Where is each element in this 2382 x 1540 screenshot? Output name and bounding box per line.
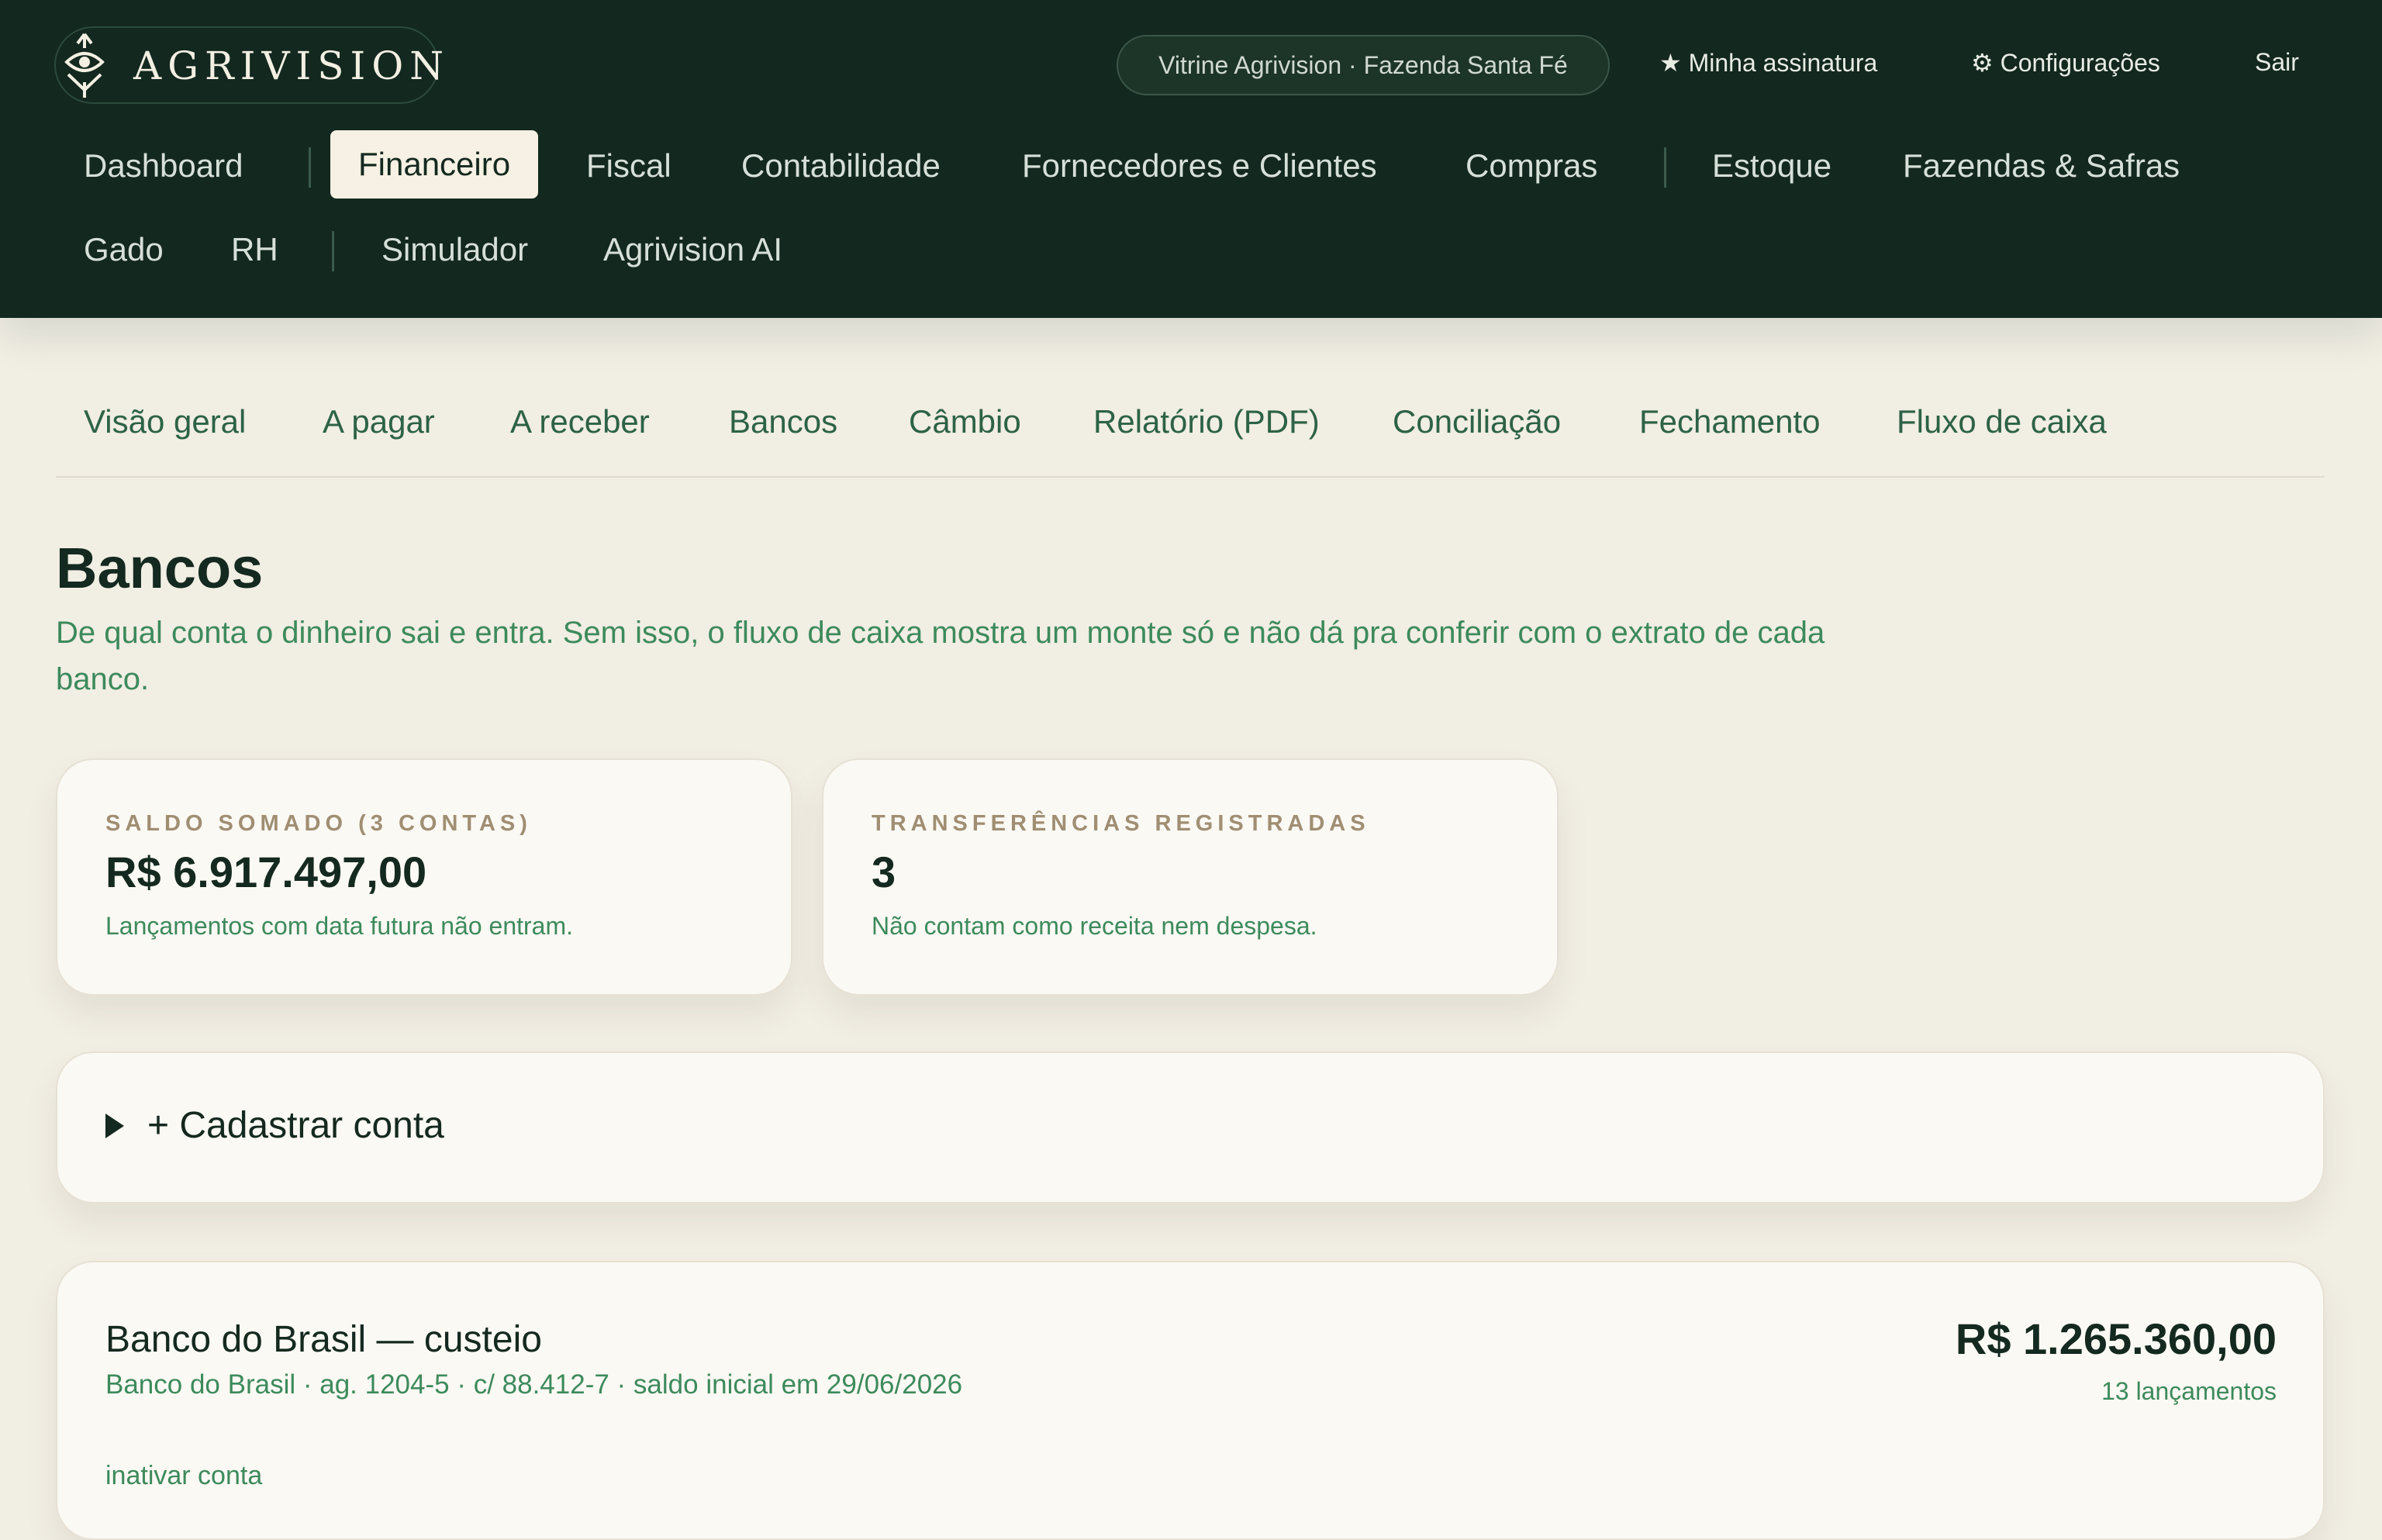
subnav-visao-geral[interactable]: Visão geral <box>84 403 246 440</box>
kpi-value: 3 <box>872 848 896 896</box>
subscription-link[interactable]: ★ Minha assinatura <box>1659 48 1877 78</box>
subnav-fechamento[interactable]: Fechamento <box>1639 403 1820 440</box>
subnav-cambio[interactable]: Câmbio <box>909 403 1021 440</box>
subnav-bancos[interactable]: Bancos <box>729 403 837 440</box>
nav-simulador[interactable]: Simulador <box>381 231 528 268</box>
account-name: Banco do Brasil — custeio <box>105 1319 542 1360</box>
subnav-conciliacao[interactable]: Conciliação <box>1393 403 1561 440</box>
kpi-card-saldo: SALDO SOMADO (3 CONTAS) R$ 6.917.497,00 … <box>56 758 792 996</box>
logout-link[interactable]: Sair <box>2255 48 2299 77</box>
kpi-value: R$ 6.917.497,00 <box>105 848 427 896</box>
kpi-note: Não contam como receita nem despesa. <box>872 912 1317 940</box>
nav-compras[interactable]: Compras <box>1465 147 1597 185</box>
expand-triangle-icon <box>105 1113 124 1138</box>
settings-link[interactable]: ⚙ Configurações <box>1971 48 2160 78</box>
nav-divider <box>332 231 334 271</box>
agrivision-logo-icon <box>64 33 105 98</box>
nav-estoque[interactable]: Estoque <box>1712 147 1831 185</box>
brand-name: AGRIVISION <box>133 43 451 88</box>
account-entries-count: 13 lançamentos <box>2101 1377 2277 1405</box>
add-account-panel[interactable]: + Cadastrar conta <box>56 1051 2325 1203</box>
kpi-label: SALDO SOMADO (3 CONTAS) <box>105 811 532 836</box>
financeiro-subnav: Visão geral A pagar A receber Bancos Câm… <box>56 403 2325 478</box>
workspace-context-badge[interactable]: Vitrine Agrivision · Fazenda Santa Fé <box>1117 35 1610 95</box>
subnav-fluxo-de-caixa[interactable]: Fluxo de caixa <box>1897 403 2107 440</box>
nav-dashboard[interactable]: Dashboard <box>84 147 243 185</box>
subnav-relatorio-pdf[interactable]: Relatório (PDF) <box>1093 403 1320 440</box>
kpi-label: TRANSFERÊNCIAS REGISTRADAS <box>872 811 1370 836</box>
account-balance: R$ 1.265.360,00 <box>1955 1314 2277 1363</box>
nav-agrivision-ai[interactable]: Agrivision AI <box>603 231 782 268</box>
nav-fazendas-safras[interactable]: Fazendas & Safras <box>1903 147 2180 185</box>
nav-fiscal[interactable]: Fiscal <box>586 147 671 185</box>
nav-gado[interactable]: Gado <box>84 231 164 268</box>
nav-rh[interactable]: RH <box>231 231 278 268</box>
kpi-note: Lançamentos com data futura não entram. <box>105 912 574 940</box>
top-header: AGRIVISION Vitrine Agrivision · Fazenda … <box>0 0 2382 318</box>
brand-logo[interactable]: AGRIVISION <box>54 26 444 104</box>
bank-account-card: Banco do Brasil — custeio Banco do Brasi… <box>56 1261 2325 1540</box>
kpi-card-transferencias: TRANSFERÊNCIAS REGISTRADAS 3 Não contam … <box>822 758 1559 996</box>
subnav-a-receber[interactable]: A receber <box>510 403 650 440</box>
nav-fornecedores-clientes[interactable]: Fornecedores e Clientes <box>1022 147 1377 185</box>
page-title: Bancos <box>56 536 264 600</box>
subnav-a-pagar[interactable]: A pagar <box>323 403 435 440</box>
deactivate-account-link[interactable]: inativar conta <box>105 1461 262 1491</box>
add-account-label: + Cadastrar conta <box>147 1105 444 1146</box>
account-details: Banco do Brasil · ag. 1204-5 · c/ 88.412… <box>105 1369 963 1400</box>
add-account-toggle[interactable]: + Cadastrar conta <box>105 1104 444 1147</box>
nav-financeiro[interactable]: Financeiro <box>330 130 539 199</box>
nav-divider <box>309 147 311 188</box>
nav-divider <box>1664 147 1666 188</box>
nav-contabilidade[interactable]: Contabilidade <box>741 147 941 185</box>
page-description: De qual conta o dinheiro sai e entra. Se… <box>56 616 1825 696</box>
